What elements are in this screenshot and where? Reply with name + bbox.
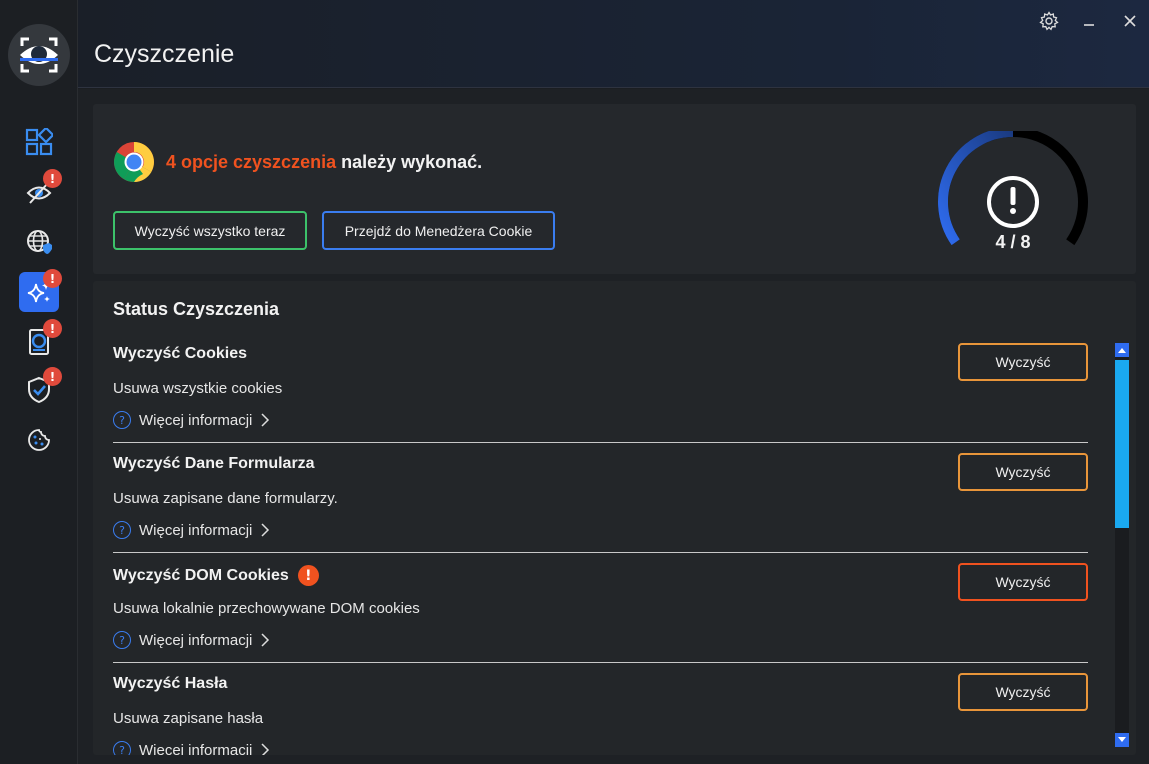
row-title: Wyczyść DOM Cookies!	[113, 565, 319, 586]
chevron-right-icon	[261, 413, 270, 427]
list-item-cookies: Wyczyść Cookies Usuwa wszystkie cookies …	[113, 333, 1088, 443]
more-info-link[interactable]: ? Więcej informacji	[113, 631, 270, 649]
sidebar-item-identity[interactable]: !	[19, 319, 62, 362]
row-description: Usuwa lokalnie przechowywane DOM cookies	[113, 600, 420, 617]
alert-badge: !	[43, 169, 62, 188]
row-description: Usuwa wszystkie cookies	[113, 380, 283, 397]
summary-rest: należy wykonać.	[336, 152, 483, 172]
alert-badge: !	[43, 269, 62, 288]
more-info-text: Więcej informacji	[139, 521, 253, 539]
status-card: Status Czyszczenia Wyczyść Cookies Usuwa…	[93, 281, 1136, 755]
row-description: Usuwa zapisane dane formularzy.	[113, 490, 338, 507]
chevron-right-icon	[261, 633, 270, 647]
warning-icon: !	[297, 565, 319, 586]
cookie-manager-button[interactable]: Przejdź do Menedżera Cookie	[322, 211, 555, 250]
gear-icon	[1039, 11, 1059, 31]
summary-card: 4 opcje czyszczenia należy wykonać. Wycz…	[93, 104, 1136, 274]
scroll-thumb[interactable]	[1115, 360, 1129, 528]
more-info-text: Więcej informacji	[139, 631, 253, 649]
row-title-text: Wyczyść Dane Formularza	[113, 455, 315, 472]
alert-badge: !	[43, 367, 62, 386]
close-button[interactable]	[1119, 10, 1141, 32]
more-info-link[interactable]: ? Więcej informacji	[113, 411, 270, 429]
row-title: Wyczyść Dane Formularza	[113, 455, 315, 473]
question-icon: ?	[113, 521, 131, 539]
triangle-up-icon	[1118, 348, 1126, 353]
minimize-icon	[1084, 24, 1094, 26]
close-icon	[1124, 15, 1136, 27]
page-title: Czyszczenie	[94, 40, 235, 68]
settings-button[interactable]	[1038, 10, 1060, 32]
minimize-button[interactable]	[1078, 10, 1100, 32]
clean-dom-cookies-button[interactable]: Wyczyść	[958, 563, 1088, 601]
sidebar-item-cookies[interactable]	[19, 420, 59, 460]
scrollbar[interactable]	[1115, 343, 1129, 747]
row-title-text: Wyczyść Hasła	[113, 675, 228, 692]
row-title: Wyczyść Cookies	[113, 345, 247, 363]
summary-text: 4 opcje czyszczenia należy wykonać.	[166, 152, 482, 173]
sidebar-item-privacy[interactable]: !	[19, 169, 62, 212]
eye-logo-icon	[20, 37, 58, 73]
row-title: Wyczyść Hasła	[113, 675, 227, 693]
list-item-passwords: Wyczyść Hasła Usuwa zapisane hasła ? Wię…	[113, 663, 1088, 755]
scroll-down-button[interactable]	[1115, 733, 1129, 747]
alert-badge: !	[43, 319, 62, 338]
sidebar-item-security[interactable]: !	[19, 367, 62, 410]
globe-shield-icon	[27, 230, 52, 254]
header: Czyszczenie	[78, 0, 1149, 88]
sidebar: ! ! ! !	[0, 0, 78, 764]
chevron-right-icon	[261, 743, 270, 755]
scroll-up-button[interactable]	[1115, 343, 1129, 357]
app-logo	[8, 24, 70, 86]
dashboard-icon	[25, 128, 53, 156]
row-description: Usuwa zapisane hasła	[113, 710, 264, 727]
list-item-form-data: Wyczyść Dane Formularza Usuwa zapisane d…	[113, 443, 1088, 553]
triangle-down-icon	[1118, 737, 1126, 742]
main-content: 4 opcje czyszczenia należy wykonać. Wycz…	[78, 89, 1149, 764]
sidebar-item-cleaning[interactable]: !	[19, 269, 62, 312]
more-info-text: Więcej informacji	[139, 741, 253, 756]
more-info-link[interactable]: ? Więcej informacji	[113, 741, 270, 755]
more-info-link[interactable]: ? Więcej informacji	[113, 521, 270, 539]
clean-cookies-button[interactable]: Wyczyść	[958, 343, 1088, 381]
clean-all-button[interactable]: Wyczyść wszystko teraz	[113, 211, 307, 250]
sidebar-item-web-protection[interactable]	[19, 222, 59, 262]
chrome-icon	[114, 142, 154, 182]
question-icon: ?	[113, 631, 131, 649]
clean-form-data-button[interactable]: Wyczyść	[958, 453, 1088, 491]
question-icon: ?	[113, 411, 131, 429]
chevron-right-icon	[261, 523, 270, 537]
sidebar-item-dashboard[interactable]	[19, 122, 59, 162]
cookie-icon	[28, 429, 50, 451]
row-title-text: Wyczyść DOM Cookies	[113, 566, 289, 584]
status-title: Status Czyszczenia	[113, 299, 280, 319]
row-title-text: Wyczyść Cookies	[113, 345, 247, 362]
gauge-count: 4 / 8	[995, 232, 1031, 252]
question-icon: ?	[113, 741, 131, 755]
clean-passwords-button[interactable]: Wyczyść	[958, 673, 1088, 711]
list-item-dom-cookies: Wyczyść DOM Cookies! Usuwa lokalnie prze…	[113, 553, 1088, 663]
more-info-text: Więcej informacji	[139, 411, 253, 429]
summary-highlight: 4 opcje czyszczenia	[166, 152, 337, 172]
